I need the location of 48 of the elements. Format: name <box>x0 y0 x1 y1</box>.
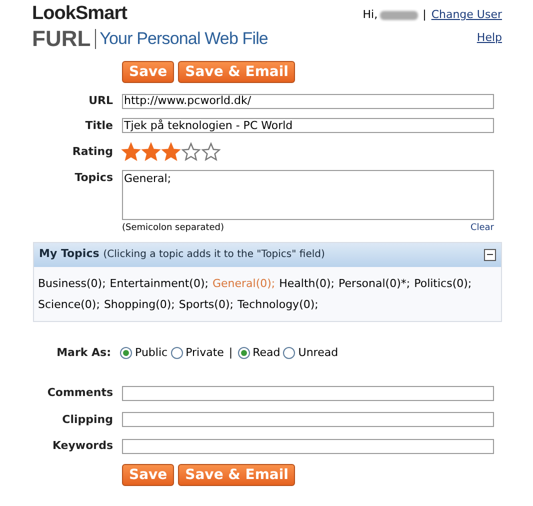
radio-button[interactable] <box>170 346 183 359</box>
change-user-link[interactable]: Change User <box>431 7 502 24</box>
field-label: Title <box>84 118 113 134</box>
help-link[interactable]: Help <box>476 30 502 46</box>
separator: | <box>228 344 233 361</box>
field-label: Mark As: <box>56 344 111 360</box>
filled-star-icon[interactable] <box>141 142 161 162</box>
filled-star-icon[interactable] <box>121 142 141 162</box>
topic-link[interactable]: Technology(0); <box>237 294 318 314</box>
panel-subtitle: (Clicking a topic adds it to the "Topics" field) <box>103 248 325 262</box>
field-label: Rating <box>71 144 113 160</box>
field-label: Topics <box>74 170 113 186</box>
field-label: Keywords <box>51 438 113 454</box>
separator: | <box>422 7 426 23</box>
greeting: Hi, <box>362 7 378 23</box>
tagline: Your Personal Web File <box>100 28 268 50</box>
topic-link[interactable]: Science(0); <box>38 294 100 314</box>
product-name: FURL <box>32 27 91 51</box>
topic-link[interactable]: Health(0); <box>279 272 335 294</box>
radio-label: Unread <box>298 344 338 360</box>
filled-star-icon[interactable] <box>161 142 181 162</box>
radio-button[interactable] <box>120 346 132 359</box>
field-label: URL <box>88 93 113 109</box>
redacted-name <box>380 10 418 20</box>
collapse-button[interactable] <box>484 248 496 260</box>
text-field[interactable] <box>122 438 494 454</box>
topic-link[interactable]: Personal(0)*; <box>338 272 410 294</box>
field-label: Comments <box>46 385 113 401</box>
radio-label: Public <box>135 344 168 360</box>
text-field[interactable]: http://www.pcworld.dk/ <box>122 94 494 109</box>
topics-field[interactable]: General; <box>122 170 494 220</box>
topic-link[interactable]: Entertainment(0); <box>110 272 208 294</box>
radio-button[interactable] <box>238 346 250 359</box>
field-hint: (Semicolon separated) <box>122 222 224 235</box>
topic-link[interactable]: Business(0); <box>38 272 106 294</box>
text-field[interactable] <box>122 412 494 428</box>
radio-label: Read <box>252 344 280 360</box>
text-field[interactable] <box>122 386 494 401</box>
empty-star-icon[interactable] <box>201 142 221 162</box>
radio-button[interactable] <box>283 346 296 359</box>
logo-text: LookSmart <box>32 4 128 24</box>
panel-title: My Topics <box>39 246 100 262</box>
clear-link[interactable]: Clear <box>470 222 494 236</box>
radio-label: Private <box>186 344 224 360</box>
field-label: Clipping <box>61 412 113 428</box>
topic-link[interactable]: Politics(0); <box>414 272 472 294</box>
topic-link[interactable]: Shopping(0); <box>104 294 175 314</box>
topic-link[interactable]: Sports(0); <box>178 294 234 314</box>
